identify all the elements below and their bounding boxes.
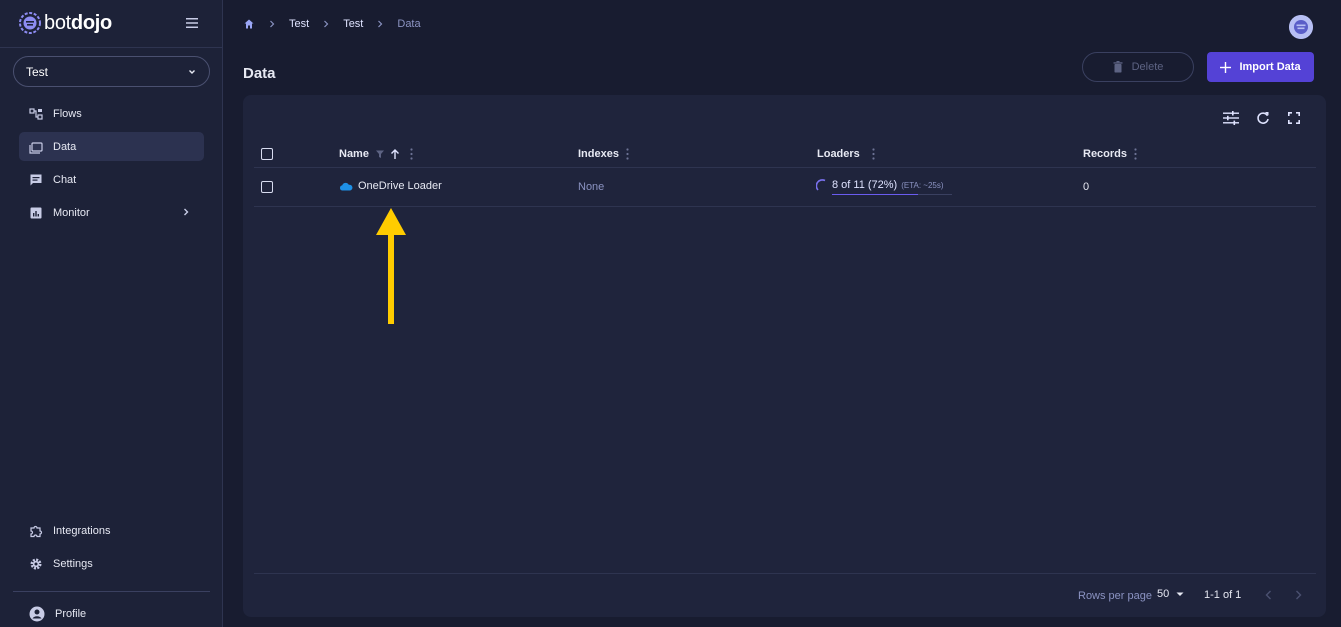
sidebar-item-label: Chat bbox=[53, 173, 77, 186]
delete-button-label: Delete bbox=[1131, 61, 1164, 73]
import-data-button[interactable]: Import Data bbox=[1207, 52, 1314, 82]
chevron-down-icon bbox=[189, 69, 195, 74]
sidebar-item-label: Integrations bbox=[53, 524, 111, 537]
sidebar-item-integrations[interactable]: Integrations bbox=[19, 516, 204, 545]
column-settings-button[interactable] bbox=[1222, 109, 1240, 127]
loader-progress-fill bbox=[832, 194, 919, 195]
logo-text-bold: dojo bbox=[70, 11, 112, 34]
row-name-cell[interactable]: OneDrive Loader bbox=[339, 180, 442, 192]
filter-icon[interactable] bbox=[375, 149, 385, 159]
table-row[interactable]: OneDrive Loader None 8 of 11 (72%) (ETA: … bbox=[254, 168, 1316, 207]
chevron-right-icon bbox=[378, 20, 383, 28]
select-all-checkbox[interactable] bbox=[261, 148, 273, 160]
refresh-button[interactable] bbox=[1254, 109, 1272, 127]
onedrive-icon bbox=[339, 182, 353, 190]
column-menu-icon[interactable] bbox=[626, 148, 629, 160]
botdojo-logo[interactable]: botdojo bbox=[18, 11, 112, 35]
trash-icon bbox=[1113, 61, 1123, 73]
row-name: OneDrive Loader bbox=[358, 180, 442, 192]
gear-icon bbox=[29, 557, 43, 571]
integrations-icon bbox=[29, 524, 43, 538]
table-header: Name Indexes Loaders Records bbox=[254, 142, 1316, 168]
sidebar-item-label: Settings bbox=[53, 557, 93, 570]
loader-progress-bar bbox=[832, 194, 952, 195]
logo-mark-icon bbox=[19, 12, 41, 34]
sidebar-item-label: Data bbox=[53, 140, 77, 153]
chevron-right-icon bbox=[270, 20, 275, 28]
column-header-label: Loaders bbox=[817, 148, 860, 160]
loader-progress[interactable]: 8 of 11 (72%) (ETA: ~25s) bbox=[832, 176, 952, 196]
column-header-label: Records bbox=[1083, 148, 1128, 160]
annotation-arrow-icon bbox=[376, 208, 406, 324]
rows-per-page-value: 50 bbox=[1157, 588, 1170, 600]
sidebar-item-label: Profile bbox=[55, 607, 87, 620]
sidebar-item-chat[interactable]: Chat bbox=[19, 165, 204, 194]
sidebar-item-data[interactable]: Data bbox=[19, 132, 204, 161]
column-header-name[interactable]: Name bbox=[339, 148, 413, 160]
sidebar-item-label: Flows bbox=[53, 107, 82, 120]
column-header-loaders[interactable]: Loaders bbox=[817, 148, 875, 160]
sidebar-item-flows[interactable]: Flows bbox=[19, 99, 204, 128]
loader-progress-text: 8 of 11 (72%) bbox=[832, 179, 898, 191]
avatar-icon bbox=[1289, 15, 1313, 39]
logo-row: botdojo bbox=[0, 0, 223, 48]
fullscreen-button[interactable] bbox=[1285, 109, 1303, 127]
delete-button[interactable]: Delete bbox=[1082, 52, 1194, 82]
next-page-icon[interactable] bbox=[1292, 589, 1304, 601]
sidebar-item-monitor[interactable]: Monitor bbox=[19, 198, 204, 227]
pagination-range: 1-1 of 1 bbox=[1204, 589, 1242, 601]
column-header-records[interactable]: Records bbox=[1083, 148, 1137, 160]
previous-page-icon[interactable] bbox=[1263, 589, 1275, 601]
caret-down-icon bbox=[1176, 592, 1184, 596]
hamburger-menu-icon[interactable] bbox=[183, 14, 201, 32]
tune-icon bbox=[1223, 111, 1239, 125]
breadcrumb: Test Test Data bbox=[243, 16, 421, 32]
column-header-label: Name bbox=[339, 148, 369, 160]
refresh-icon bbox=[1257, 112, 1269, 124]
sidebar: botdojo Test Flows Data Chat Monitor Int… bbox=[0, 0, 223, 627]
import-data-button-label: Import Data bbox=[1239, 61, 1301, 73]
loading-spinner-icon bbox=[816, 179, 826, 191]
home-icon[interactable] bbox=[243, 18, 255, 30]
breadcrumb-current: Data bbox=[397, 18, 421, 30]
plus-icon bbox=[1220, 61, 1232, 73]
chat-icon bbox=[29, 173, 43, 187]
project-select-value: Test bbox=[26, 64, 49, 79]
page-title: Data bbox=[243, 65, 276, 82]
column-header-label: Indexes bbox=[578, 148, 619, 160]
column-menu-icon[interactable] bbox=[410, 148, 413, 160]
data-icon bbox=[29, 140, 43, 154]
table-footer-divider bbox=[254, 573, 1316, 574]
column-menu-icon[interactable] bbox=[872, 148, 875, 160]
chevron-right-icon bbox=[184, 208, 189, 216]
logo-text-light: bot bbox=[44, 11, 71, 34]
row-checkbox[interactable] bbox=[261, 181, 273, 193]
breadcrumb-item[interactable]: Test bbox=[289, 18, 309, 30]
rows-per-page-label: Rows per page bbox=[1078, 590, 1152, 602]
column-menu-icon[interactable] bbox=[1134, 148, 1137, 160]
row-records: 0 bbox=[1083, 181, 1090, 193]
loader-eta: (ETA: ~25s) bbox=[901, 181, 944, 190]
profile-icon bbox=[29, 606, 45, 622]
row-indexes: None bbox=[578, 181, 605, 193]
monitor-icon bbox=[29, 206, 43, 220]
sort-ascending-icon[interactable] bbox=[390, 148, 400, 160]
sidebar-item-profile[interactable]: Profile bbox=[19, 599, 204, 627]
sidebar-item-label: Monitor bbox=[53, 206, 90, 219]
sidebar-item-settings[interactable]: Settings bbox=[19, 549, 204, 578]
breadcrumb-item[interactable]: Test bbox=[343, 18, 363, 30]
rows-per-page-select[interactable]: 50 bbox=[1157, 588, 1185, 600]
flows-icon bbox=[29, 107, 43, 121]
sidebar-divider bbox=[13, 591, 210, 592]
column-header-indexes[interactable]: Indexes bbox=[578, 148, 629, 160]
chevron-right-icon bbox=[324, 20, 329, 28]
user-avatar[interactable] bbox=[1289, 15, 1313, 39]
fullscreen-icon bbox=[1288, 112, 1300, 124]
project-select[interactable]: Test bbox=[13, 56, 210, 87]
